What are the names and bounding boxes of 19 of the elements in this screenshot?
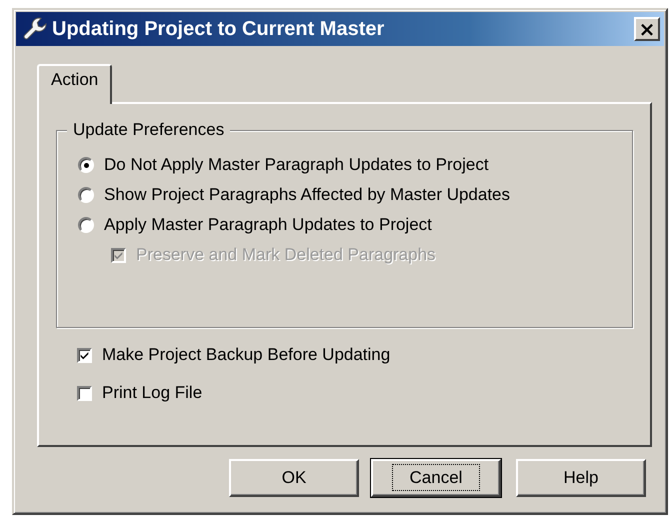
dialog-button[interactable]: Cancel (371, 459, 501, 497)
radio-button[interactable] (78, 217, 94, 233)
checkbox[interactable] (77, 348, 92, 362)
tab[interactable]: Action (37, 64, 112, 104)
radio-button[interactable] (78, 157, 94, 173)
option-label: Make Project Backup Before Updating (102, 345, 390, 365)
option-label: Apply Master Paragraph Updates to Project (104, 215, 432, 235)
window-title: Updating Project to Current Master (52, 18, 386, 40)
option-label: Preserve and Mark Deleted Paragraphs (136, 245, 436, 265)
dialog-button[interactable]: OK (229, 459, 359, 497)
group-title: Update Preferences (67, 120, 230, 140)
option-label: Do Not Apply Master Paragraph Updates to Project (104, 155, 489, 175)
dialog-button[interactable]: Help (516, 459, 646, 497)
checkbox[interactable] (77, 386, 92, 400)
option-label: Print Log File (102, 383, 202, 403)
radio-button[interactable] (78, 187, 94, 203)
option-label: Show Project Paragraphs Affected by Master Updates (104, 185, 510, 205)
wrench-icon (22, 16, 48, 42)
close-button[interactable]: × (634, 17, 660, 41)
